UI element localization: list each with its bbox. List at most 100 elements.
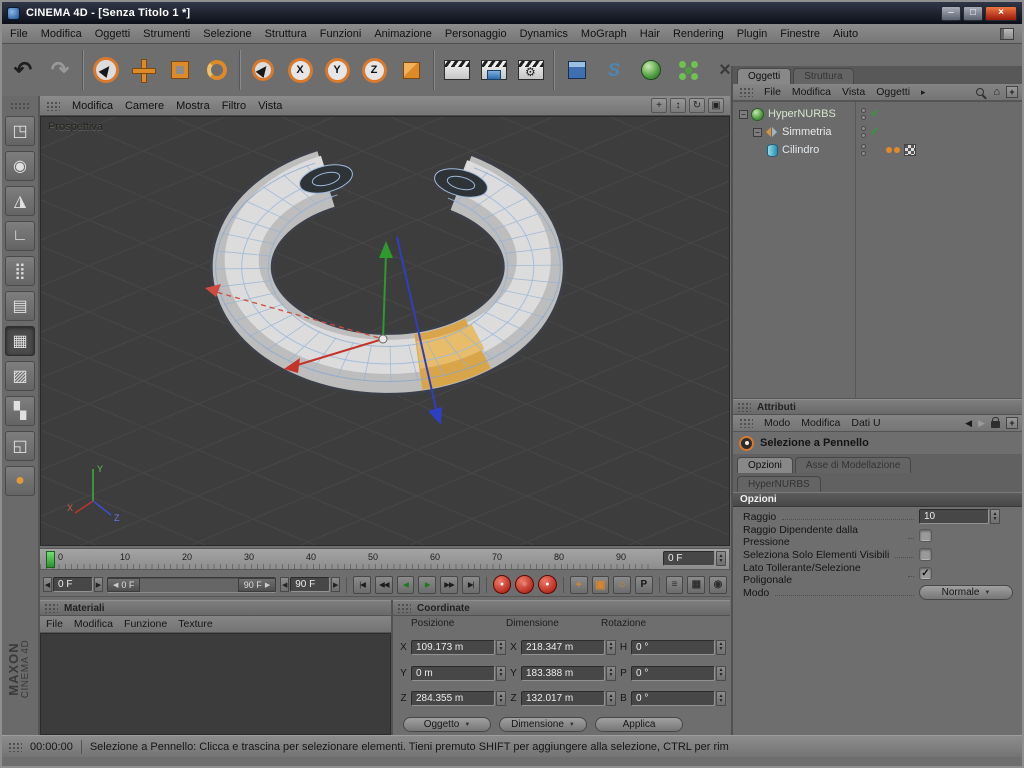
- mat-menu-texture[interactable]: Texture: [178, 618, 212, 630]
- vp-menu-modifica[interactable]: Modifica: [72, 100, 113, 112]
- current-frame-marker[interactable]: [46, 551, 55, 568]
- position-z-field[interactable]: 284.355 m ▲ ▼: [411, 691, 506, 707]
- vp-menu-filtro[interactable]: Filtro: [222, 100, 246, 112]
- tab-opzioni[interactable]: Opzioni: [737, 457, 793, 473]
- goto-end-button[interactable]: ▶|: [461, 575, 480, 594]
- lock-icon[interactable]: [991, 417, 1000, 428]
- visibility-dots[interactable]: [861, 108, 866, 120]
- home-icon[interactable]: ⌂: [993, 87, 1000, 98]
- materials-grip[interactable]: [44, 603, 58, 613]
- workplane-button[interactable]: ◱: [5, 431, 35, 461]
- lock-y-button[interactable]: Y: [319, 47, 355, 93]
- menu-file[interactable]: File: [10, 28, 28, 40]
- lock-x-button[interactable]: X: [282, 47, 318, 93]
- menu-strumenti[interactable]: Strumenti: [143, 28, 190, 40]
- tolerant-checkbox[interactable]: ✓: [919, 567, 932, 580]
- enabled-check-icon[interactable]: ✓: [870, 108, 879, 120]
- ruler-frame-field[interactable]: 0 F ▲ ▼: [663, 551, 726, 566]
- timeline-list-button[interactable]: ≡: [665, 575, 684, 594]
- size-z-field[interactable]: 132.017 m ▲ ▼: [521, 691, 616, 707]
- key-rotation-button[interactable]: ○: [613, 575, 631, 594]
- viewport[interactable]: Y X Z Prospettiva: [40, 116, 730, 546]
- make-editable-button[interactable]: ◳: [5, 116, 35, 146]
- spinner[interactable]: ▲ ▼: [716, 665, 726, 681]
- range-track[interactable]: [140, 577, 238, 592]
- current-frame-value[interactable]: 0 F: [53, 577, 93, 592]
- render-settings-button[interactable]: ⚙: [513, 47, 549, 93]
- key-scale-button[interactable]: ▣: [591, 575, 610, 594]
- object-name[interactable]: Cilindro: [782, 144, 819, 156]
- vp-menu-camere[interactable]: Camere: [125, 100, 164, 112]
- apply-button[interactable]: Applica: [595, 717, 683, 732]
- spinner[interactable]: ▲ ▼: [716, 691, 726, 707]
- position-x-field[interactable]: 109.173 m ▲ ▼: [411, 639, 506, 655]
- spinner[interactable]: ▲ ▼: [606, 665, 616, 681]
- menu-dynamics[interactable]: Dynamics: [520, 28, 568, 40]
- viewport-grip[interactable]: [46, 100, 60, 111]
- snap-button[interactable]: ●: [5, 466, 35, 496]
- menu-personaggio[interactable]: Personaggio: [445, 28, 507, 40]
- end-dec-icon[interactable]: ◀: [280, 577, 290, 592]
- app-icon[interactable]: [7, 6, 20, 20]
- key-parameter-button[interactable]: P: [634, 575, 653, 594]
- rotation-h-field[interactable]: 0 ° ▲ ▼: [631, 639, 726, 655]
- record-keyframe-button[interactable]: ●: [492, 575, 512, 594]
- render-picture-button[interactable]: [476, 47, 512, 93]
- texture-axis-button[interactable]: ◮: [5, 186, 35, 216]
- close-button[interactable]: ×: [985, 5, 1017, 21]
- minimize-button[interactable]: –: [941, 5, 961, 21]
- search-icon[interactable]: [976, 88, 985, 96]
- position-y-field[interactable]: 0 m ▲ ▼: [411, 665, 506, 681]
- menu-rendering[interactable]: Rendering: [673, 28, 724, 40]
- texture-tag-icon[interactable]: [904, 144, 916, 156]
- goto-start-button[interactable]: |◀: [353, 575, 371, 594]
- vp-menu-vista[interactable]: Vista: [258, 100, 282, 112]
- prev-key-button[interactable]: ◀◀: [374, 575, 393, 594]
- menu-funzioni[interactable]: Funzioni: [320, 28, 362, 40]
- points-mode-button[interactable]: ⣿: [5, 256, 35, 286]
- mat-menu-modifica[interactable]: Modifica: [74, 618, 113, 630]
- status-grip[interactable]: [8, 741, 22, 752]
- frame-field[interactable]: 0 F: [663, 551, 715, 566]
- axis-mode-button[interactable]: ∟: [5, 221, 35, 251]
- vp-menu-mostra[interactable]: Mostra: [176, 100, 210, 112]
- record-options-button[interactable]: ●: [538, 575, 557, 594]
- spinner[interactable]: ▲ ▼: [496, 665, 506, 681]
- add-attr-panel-icon[interactable]: +: [1006, 417, 1018, 429]
- menu-finestre[interactable]: Finestre: [780, 28, 820, 40]
- am-menu-dati[interactable]: Dati U: [851, 417, 880, 429]
- timeline-ruler[interactable]: 0 10 20 30 40 50 60 70 80 90 0 F ▲ ▼: [40, 548, 730, 570]
- spinner[interactable]: ▲ ▼: [716, 639, 726, 655]
- add-hypernurbs-button[interactable]: [633, 47, 669, 93]
- spinner[interactable]: ▲ ▼: [496, 691, 506, 707]
- size-x-field[interactable]: 218.347 m ▲ ▼: [521, 639, 616, 655]
- tab-struttura[interactable]: Struttura: [793, 68, 854, 84]
- live-selection-button[interactable]: [88, 47, 124, 93]
- frame-spinner[interactable]: ▲ ▼: [716, 551, 726, 566]
- tab-oggetti[interactable]: Oggetti: [737, 68, 792, 84]
- menu-animazione[interactable]: Animazione: [374, 28, 431, 40]
- range-end-grip[interactable]: 90 F ▶: [237, 577, 277, 592]
- redo-button[interactable]: ↷: [42, 47, 78, 93]
- tab-asse-modellazione[interactable]: Asse di Modellazione: [794, 457, 912, 473]
- menu-selezione[interactable]: Selezione: [203, 28, 251, 40]
- last-tool-button[interactable]: [245, 47, 281, 93]
- end-frame-value[interactable]: 90 F: [290, 577, 331, 592]
- tree-row-simmetria[interactable]: − Simmetria ✓: [733, 123, 1022, 141]
- rotate-button[interactable]: [199, 47, 235, 93]
- am-menu-modo[interactable]: Modo: [764, 417, 790, 429]
- play-forward-button[interactable]: ▶: [418, 575, 437, 594]
- target-dropdown[interactable]: Oggetto ▼: [403, 717, 491, 732]
- end-inc-icon[interactable]: ▶: [331, 577, 341, 592]
- spinner[interactable]: ▲ ▼: [990, 509, 1000, 524]
- viewport-label[interactable]: Prospettiva: [48, 121, 103, 133]
- next-key-button[interactable]: ▶▶: [440, 575, 458, 594]
- attributes-grip[interactable]: [737, 402, 751, 412]
- frame-dec-icon[interactable]: ◀: [43, 577, 52, 592]
- am-menu-modifica[interactable]: Modifica: [801, 417, 840, 429]
- size-dropdown[interactable]: Dimensione ▼: [499, 717, 587, 732]
- texture-mode-button[interactable]: ▨: [5, 361, 35, 391]
- camera-zoom-icon[interactable]: ↕: [670, 98, 686, 113]
- end-frame-field[interactable]: ◀ 90 F ▶: [280, 577, 341, 592]
- om-menu-modifica[interactable]: Modifica: [792, 86, 831, 98]
